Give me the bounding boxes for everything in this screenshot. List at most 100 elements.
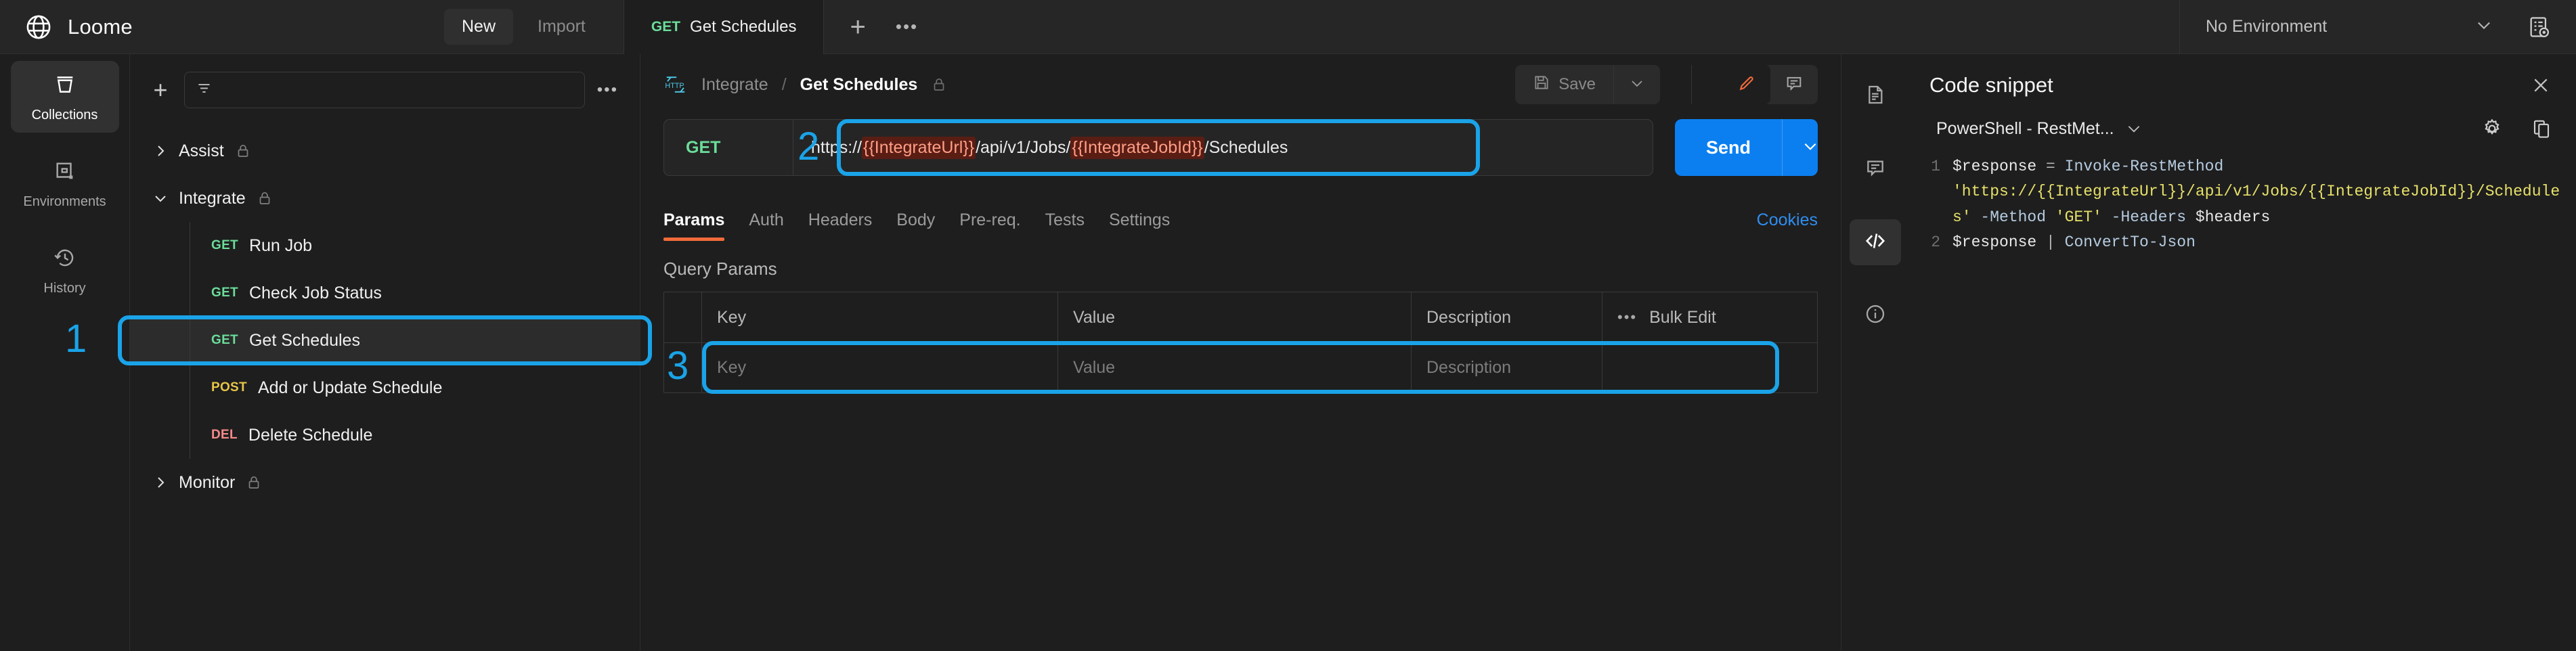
column-header-description: Description [1412, 292, 1602, 342]
lock-icon [246, 474, 262, 491]
request-pane: HTTP Integrate / Get Schedules Save GET … [640, 54, 1841, 651]
filter-search-field[interactable] [184, 72, 585, 108]
more-horizontal-icon[interactable]: ••• [892, 16, 922, 37]
copy-icon[interactable] [2514, 118, 2552, 139]
tab-headers[interactable]: Headers [796, 210, 885, 241]
language-name[interactable]: PowerShell - RestMet... [1936, 119, 2114, 139]
save-disk-icon [1533, 74, 1550, 96]
request-breadcrumb-bar: HTTP Integrate / Get Schedules Save [640, 54, 1841, 115]
close-icon[interactable] [2530, 74, 2552, 96]
collections-icon [53, 73, 77, 99]
tree-request-run-job[interactable]: GET Run Job [130, 222, 640, 269]
request-tabs: Params Auth Headers Body Pre-req. Tests … [640, 196, 1841, 241]
tree-request-label: Delete Schedule [248, 425, 373, 445]
lock-icon [235, 143, 251, 159]
tab-body[interactable]: Body [884, 210, 947, 241]
row-checkbox-cell[interactable] [664, 343, 702, 392]
tab-pre-request[interactable]: Pre-req. [947, 210, 1032, 241]
chevron-down-icon[interactable] [2125, 120, 2143, 137]
tree-group-assist[interactable]: Assist [130, 127, 640, 175]
edit-request-button[interactable] [1723, 65, 1770, 104]
code-snippet-title: Code snippet [1929, 73, 2053, 97]
plus-icon[interactable]: + [824, 14, 891, 41]
query-param-value-input[interactable]: Value [1058, 343, 1412, 392]
tree-request-add-or-update-schedule[interactable]: POST Add or Update Schedule [130, 364, 640, 411]
environment-selector[interactable]: No Environment [2180, 0, 2515, 54]
send-button[interactable]: Send [1675, 119, 1782, 176]
url-input[interactable]: GET https://{{IntegrateUrl}}/api/v1/Jobs… [663, 119, 1653, 176]
method-badge: GET [211, 333, 238, 347]
language-selector-row: PowerShell - RestMet... [1909, 97, 2576, 139]
bulk-edit-cell: ••• Bulk Edit [1602, 292, 1817, 342]
tab-auth[interactable]: Auth [737, 210, 795, 241]
select-all-checkbox-cell[interactable] [664, 292, 702, 342]
tree-group-integrate[interactable]: Integrate [130, 175, 640, 222]
tree-request-check-job-status[interactable]: GET Check Job Status [130, 269, 640, 317]
tree-toolbar: + ••• [130, 54, 640, 120]
request-tab-get-schedules[interactable]: GET Get Schedules [624, 0, 825, 54]
tree-group-monitor[interactable]: Monitor [130, 459, 640, 506]
more-horizontal-icon[interactable]: ••• [1617, 309, 1637, 326]
info-button[interactable] [1850, 292, 1901, 338]
tab-params[interactable]: Params [663, 210, 737, 241]
right-panel-wrapper: Code snippet PowerShell - RestMet... 1 $… [1841, 54, 2576, 651]
tree-group-label-integrate: Integrate [179, 188, 246, 208]
request-view-toggle-group [1723, 65, 1818, 104]
chevron-right-icon [149, 143, 172, 159]
cookies-link[interactable]: Cookies [1757, 210, 1818, 241]
url-variable-integrate-url: {{IntegrateUrl}} [862, 136, 976, 159]
chevron-down-icon [2474, 16, 2493, 38]
gear-icon[interactable] [2464, 118, 2503, 139]
sidebar-item-history[interactable]: History [11, 234, 119, 306]
bulk-edit-button[interactable]: Bulk Edit [1649, 308, 1716, 328]
query-param-key-input[interactable]: Key [702, 343, 1058, 392]
tree-request-label: Add or Update Schedule [257, 378, 443, 397]
globe-icon [24, 13, 53, 41]
brand: Loome [0, 13, 439, 41]
code-snippet-content[interactable]: 1 $response = Invoke-RestMethod 'https:/… [1909, 154, 2576, 255]
tree-request-label: Get Schedules [248, 330, 360, 350]
code-snippet-button[interactable] [1850, 219, 1901, 265]
tab-tests[interactable]: Tests [1033, 210, 1097, 241]
save-options-caret[interactable] [1613, 65, 1660, 104]
tree-request-delete-schedule[interactable]: DEL Delete Schedule [130, 411, 640, 459]
send-options-caret[interactable] [1782, 119, 1818, 176]
new-button[interactable]: New [444, 9, 514, 45]
plus-icon[interactable]: + [149, 78, 172, 102]
save-button[interactable]: Save [1515, 65, 1613, 104]
environments-icon [53, 160, 77, 186]
key-placeholder: Key [717, 358, 747, 377]
sidebar-item-environments[interactable]: Environments [11, 148, 119, 219]
url-part-scheme: https:// [811, 137, 863, 157]
code-icon [1864, 229, 1887, 256]
environment-quick-look-icon[interactable] [2515, 16, 2576, 39]
query-param-description-input[interactable]: Description [1412, 343, 1602, 392]
tree-request-label: Check Job Status [248, 283, 382, 302]
more-horizontal-icon[interactable]: ••• [597, 81, 621, 99]
url-text[interactable]: https://{{IntegrateUrl}}/api/v1/Jobs/{{I… [793, 120, 1653, 175]
table-row: Key Value Description [664, 342, 1817, 392]
code-token: $response [1952, 233, 2047, 251]
code-token: -Method [1971, 208, 2055, 226]
lock-icon [257, 190, 273, 206]
code-token: -Headers [2101, 208, 2196, 226]
comment-icon [1864, 157, 1886, 182]
tab-settings[interactable]: Settings [1097, 210, 1182, 241]
code-token: 'GET' [2055, 208, 2102, 226]
http-method-selector[interactable]: GET [664, 120, 793, 175]
documentation-button[interactable] [1850, 73, 1901, 119]
sidebar-item-collections[interactable]: Collections [10, 61, 119, 133]
tree-list: Assist Integrate GET Run Job GET Check J… [130, 120, 640, 506]
import-button[interactable]: Import [520, 9, 603, 45]
comment-request-button[interactable] [1770, 65, 1818, 104]
code-line: 1 $response = Invoke-RestMethod 'https:/… [1923, 154, 2562, 230]
topbar-actions: New Import [439, 9, 603, 45]
svg-text:HTTP: HTTP [665, 82, 684, 90]
filter-icon [196, 80, 213, 101]
request-tab-strip: GET Get Schedules + ••• [624, 0, 922, 54]
sidebar-get-schedules[interactable]: GET Get Schedules [130, 317, 640, 364]
breadcrumb-collection[interactable]: Integrate [701, 75, 768, 95]
comments-button[interactable] [1850, 146, 1901, 192]
sidebar-item-label-collections: Collections [31, 108, 98, 122]
filter-input[interactable] [220, 81, 573, 99]
